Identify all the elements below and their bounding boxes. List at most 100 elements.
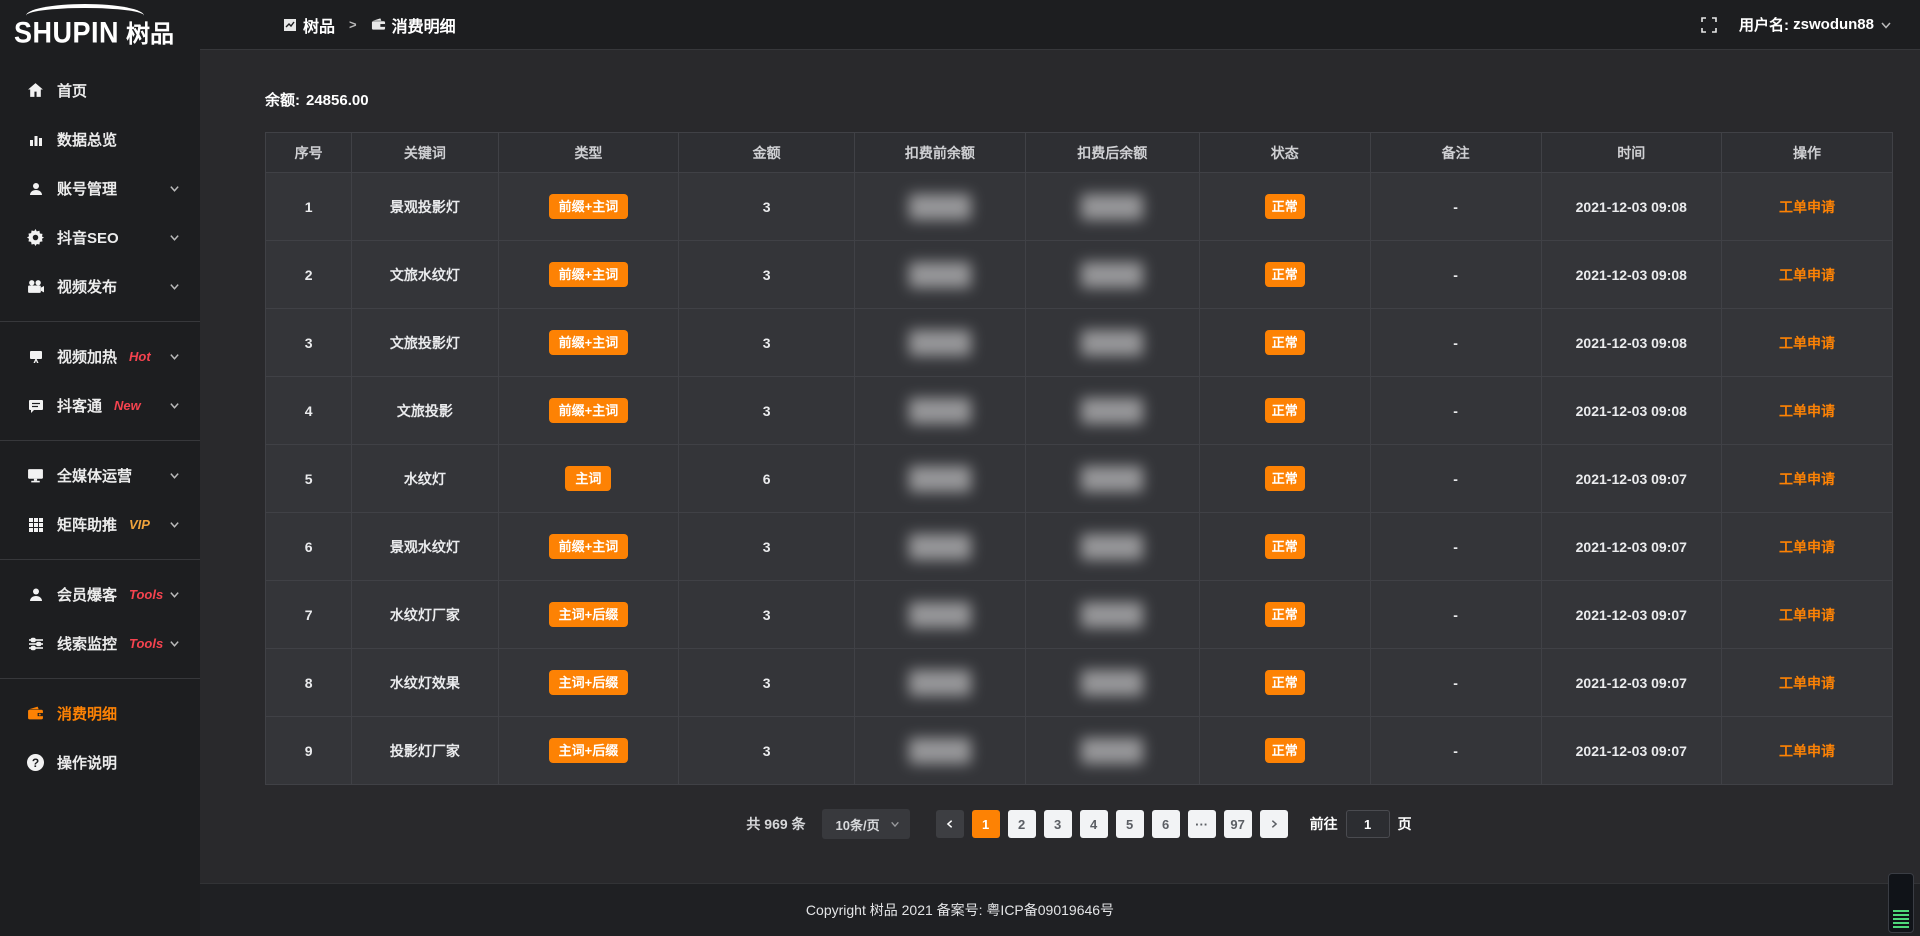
cell-action: 工单申请 [1722, 649, 1893, 717]
work-order-link[interactable]: 工单申请 [1779, 199, 1835, 215]
cell-type: 前缀+主词 [498, 377, 679, 445]
cell-balance-before [854, 513, 1025, 581]
chevron-down-icon [890, 819, 900, 829]
goto-page-input[interactable] [1346, 810, 1390, 838]
page-button[interactable]: 2 [1008, 810, 1036, 838]
table-row: 9 投影灯厂家 主词+后缀 3 正常 - 2021-12-03 09:07 工单… [266, 717, 1893, 785]
chat-bubble-icon [27, 397, 44, 414]
work-order-link[interactable]: 工单申请 [1779, 471, 1835, 487]
sidebar-divider [0, 678, 200, 679]
cell-balance-after [1025, 309, 1199, 377]
breadcrumb-separator: > [349, 17, 357, 32]
work-order-link[interactable]: 工单申请 [1779, 607, 1835, 623]
sidebar-item-video-publish[interactable]: 视频发布 [0, 262, 200, 311]
floating-widget[interactable] [1888, 873, 1914, 933]
page-button[interactable]: 3 [1044, 810, 1072, 838]
cell-status: 正常 [1199, 581, 1370, 649]
cell-action: 工单申请 [1722, 377, 1893, 445]
cell-keyword: 文旅投影 [352, 377, 498, 445]
cell-type: 主词+后缀 [498, 717, 679, 785]
work-order-link[interactable]: 工单申请 [1779, 335, 1835, 351]
cell-no: 5 [266, 445, 352, 513]
cell-no: 8 [266, 649, 352, 717]
app-logo[interactable]: SHUPIN树品 [0, 0, 200, 62]
col-header-amount: 金额 [679, 133, 855, 173]
masked-value [1081, 398, 1143, 424]
status-badge: 正常 [1265, 262, 1305, 287]
page-button[interactable]: 6 [1152, 810, 1180, 838]
table-row: 5 水纹灯 主词 6 正常 - 2021-12-03 09:07 工单申请 [266, 445, 1893, 513]
chevron-down-icon [169, 589, 180, 600]
cell-type: 前缀+主词 [498, 173, 679, 241]
total-count: 共 969 条 [746, 814, 805, 834]
page-button-last[interactable]: 97 [1224, 810, 1252, 838]
cell-status: 正常 [1199, 445, 1370, 513]
col-header-balance-before: 扣费前余额 [854, 133, 1025, 173]
cell-time: 2021-12-03 09:08 [1541, 377, 1722, 445]
page-button[interactable]: 5 [1116, 810, 1144, 838]
cell-balance-before [854, 445, 1025, 513]
sidebar-item-member-baoke[interactable]: 会员爆客 Tools [0, 570, 200, 619]
sidebar-item-douyin-seo[interactable]: 抖音SEO [0, 213, 200, 262]
work-order-link[interactable]: 工单申请 [1779, 267, 1835, 283]
sidebar-item-video-heat[interactable]: 视频加热 Hot [0, 332, 200, 381]
page-button-active[interactable]: 1 [972, 810, 1000, 838]
sidebar-item-instructions[interactable]: ? 操作说明 [0, 738, 200, 787]
cell-balance-after [1025, 513, 1199, 581]
sidebar-item-label: 抖客通 [57, 395, 102, 416]
cell-balance-after [1025, 241, 1199, 309]
user-dropdown[interactable]: 用户名: zswodun88 [1739, 14, 1892, 35]
status-badge: 正常 [1265, 738, 1305, 763]
masked-value [1081, 534, 1143, 560]
sidebar-item-label: 抖音SEO [57, 227, 119, 248]
page-ellipsis-button[interactable]: ··· [1188, 810, 1216, 838]
col-header-keyword: 关键词 [352, 133, 498, 173]
sidebar-item-clue-monitor[interactable]: 线索监控 Tools [0, 619, 200, 668]
col-header-status: 状态 [1199, 133, 1370, 173]
tools-tag: Tools [129, 636, 163, 651]
masked-value [1081, 670, 1143, 696]
sidebar-item-account-mgmt[interactable]: 账号管理 [0, 164, 200, 213]
type-badge: 主词 [565, 466, 611, 491]
fullscreen-icon[interactable] [1701, 17, 1717, 33]
sidebar-item-matrix-boost[interactable]: 矩阵助推 VIP [0, 500, 200, 549]
video-camera-icon [27, 278, 44, 295]
main-content: 余额:24856.00 序号 关键词 类型 金额 扣费前余额 扣费后余额 状态 … [200, 51, 1920, 883]
cell-time: 2021-12-03 09:07 [1541, 513, 1722, 581]
cell-action: 工单申请 [1722, 513, 1893, 581]
breadcrumb-home[interactable]: 树品 [303, 13, 335, 37]
prev-page-button[interactable] [936, 810, 964, 838]
sidebar-item-douketong[interactable]: 抖客通 New [0, 381, 200, 430]
sidebar-item-home[interactable]: 首页 [0, 66, 200, 115]
gear-icon [27, 229, 44, 246]
cell-status: 正常 [1199, 377, 1370, 445]
cell-amount: 3 [679, 581, 855, 649]
sidebar-item-label: 视频发布 [57, 276, 117, 297]
next-page-button[interactable] [1260, 810, 1288, 838]
page-button[interactable]: 4 [1080, 810, 1108, 838]
masked-value [909, 194, 971, 220]
status-badge: 正常 [1265, 466, 1305, 491]
cell-status: 正常 [1199, 309, 1370, 377]
type-badge: 前缀+主词 [549, 194, 629, 219]
cell-amount: 3 [679, 717, 855, 785]
sliders-icon [27, 635, 44, 652]
cell-type: 主词+后缀 [498, 649, 679, 717]
balance-line: 余额:24856.00 [265, 89, 1893, 110]
cell-balance-before [854, 649, 1025, 717]
work-order-link[interactable]: 工单申请 [1779, 675, 1835, 691]
cell-remark: - [1370, 513, 1541, 581]
work-order-link[interactable]: 工单申请 [1779, 743, 1835, 759]
sidebar-item-label: 账号管理 [57, 178, 117, 199]
work-order-link[interactable]: 工单申请 [1779, 539, 1835, 555]
site-icon [283, 18, 297, 32]
masked-value [1081, 330, 1143, 356]
sidebar-item-consumption-detail[interactable]: 消费明细 [0, 689, 200, 738]
sidebar-item-data-overview[interactable]: 数据总览 [0, 115, 200, 164]
chevron-down-icon [169, 638, 180, 649]
cell-no: 4 [266, 377, 352, 445]
sidebar-item-media-operation[interactable]: 全媒体运营 [0, 451, 200, 500]
page-size-select[interactable]: 10条/页 [822, 809, 910, 839]
status-badge: 正常 [1265, 602, 1305, 627]
work-order-link[interactable]: 工单申请 [1779, 403, 1835, 419]
